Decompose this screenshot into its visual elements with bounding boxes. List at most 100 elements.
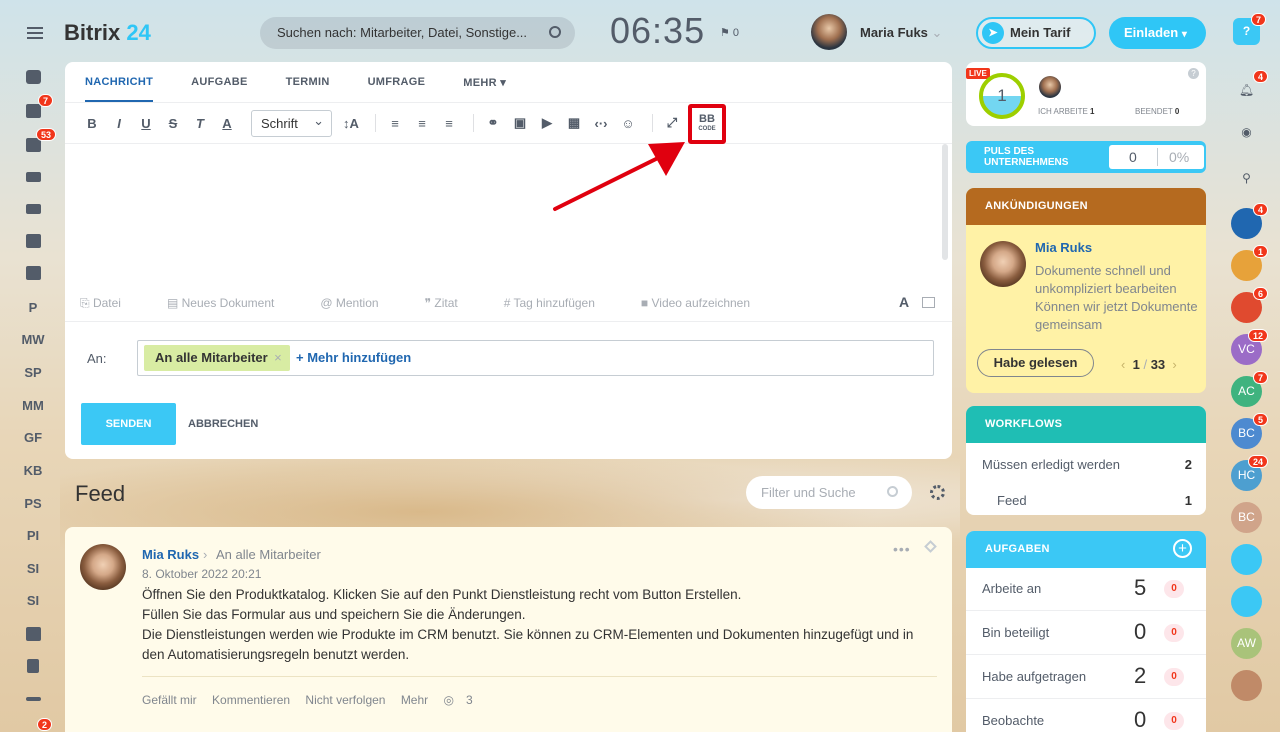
chevron-right-icon[interactable]: › <box>1172 357 1176 372</box>
attach-tag[interactable]: # Tag hinzufügen <box>504 296 618 311</box>
link-icon[interactable]: ⚭ <box>482 112 504 134</box>
tab-task[interactable]: AUFGABE <box>191 76 248 102</box>
bbcode-button[interactable]: BB CODE <box>688 104 726 144</box>
tab-event[interactable]: TERMIN <box>286 76 330 102</box>
rail-contact[interactable]: VC 12 <box>1231 329 1268 365</box>
sidebar-item-si-1[interactable]: SI <box>20 557 46 579</box>
gear-icon[interactable] <box>930 485 945 500</box>
sidebar-sign-icon[interactable] <box>20 688 46 710</box>
sidebar-drive-icon[interactable] <box>20 198 46 220</box>
emoji-icon[interactable]: ☺ <box>617 112 639 134</box>
bell-icon[interactable]: 🔔︎ 4 <box>1231 70 1268 106</box>
post-author[interactable]: Mia Ruks <box>142 547 199 562</box>
rail-contact[interactable]: 1 <box>1231 245 1268 281</box>
cancel-button[interactable]: ABBRECHEN <box>188 403 258 445</box>
bullet-list-icon[interactable]: ≡ <box>411 112 433 134</box>
sidebar-tasks-icon[interactable]: 7 <box>20 94 54 122</box>
rail-contact[interactable]: AC 7 <box>1231 371 1268 407</box>
sidebar-item-si-2[interactable]: SI <box>20 589 46 611</box>
attach-new-document[interactable]: ▤ Neues Dokument <box>167 296 297 311</box>
avatar[interactable] <box>980 241 1026 287</box>
menu-icon[interactable] <box>27 27 43 39</box>
editor-scrollbar[interactable] <box>942 144 948 260</box>
help-icon[interactable]: ? <box>1188 68 1199 79</box>
panel-icon[interactable] <box>922 297 935 308</box>
rail-contact[interactable] <box>1231 586 1262 617</box>
sidebar-item-sp[interactable]: SP <box>20 361 46 383</box>
tariff-button[interactable]: ➤ Mein Tarif <box>976 17 1096 49</box>
attach-file[interactable]: ⎘ Datei <box>80 296 144 311</box>
code-icon[interactable]: ‹·› <box>590 112 612 134</box>
image-icon[interactable]: ▣ <box>509 112 531 134</box>
rail-contact[interactable] <box>1231 670 1262 701</box>
underline-button[interactable]: U <box>135 112 157 134</box>
help-icon[interactable]: ? 7 <box>1233 13 1266 45</box>
task-row[interactable]: Bin beteiligt 0 0 <box>966 611 1206 655</box>
attach-video[interactable]: ■ Video aufzeichnen <box>641 296 773 311</box>
filter-search-input[interactable]: Filter und Suche <box>746 476 912 509</box>
chevron-left-icon[interactable]: ‹ <box>1121 357 1125 372</box>
add-recipient-link[interactable]: + Mehr hinzufügen <box>296 350 411 365</box>
attach-mention[interactable]: @ Mention <box>320 296 401 311</box>
user-menu[interactable]: Maria Fuks ⌄ <box>860 25 942 41</box>
task-row[interactable]: Beobachte 0 0 <box>966 699 1206 732</box>
strikethrough-button[interactable]: S <box>162 112 184 134</box>
clear-format-button[interactable]: T <box>189 112 211 134</box>
pin-icon[interactable] <box>924 540 937 553</box>
sidebar-company-icon[interactable] <box>20 623 46 645</box>
sidebar-item-pi[interactable]: PI <box>20 524 46 546</box>
workflow-row[interactable]: Müssen erledigt werden 2 <box>982 457 1192 472</box>
video-icon[interactable]: ▶ <box>536 112 558 134</box>
chat-icon[interactable]: ◉ <box>1231 117 1262 148</box>
search-input[interactable]: Suchen nach: Mitarbeiter, Datei, Sonstig… <box>260 17 575 49</box>
rail-contact[interactable]: BC <box>1231 502 1262 533</box>
sidebar-item-p[interactable]: P <box>20 296 46 318</box>
post-recipient[interactable]: An alle Mitarbeiter <box>216 547 321 562</box>
announcement-author[interactable]: Mia Ruks <box>1035 240 1092 255</box>
clock[interactable]: 06:35 <box>610 10 705 52</box>
task-row[interactable]: Habe aufgetragen 2 0 <box>966 655 1206 699</box>
unfollow-link[interactable]: Nicht verfolgen <box>305 693 385 707</box>
live-counter[interactable]: 1 <box>979 73 1025 119</box>
more-link[interactable]: Mehr <box>401 693 428 707</box>
numbered-list-icon[interactable]: ≡ <box>384 112 406 134</box>
italic-button[interactable]: I <box>108 112 130 134</box>
app-logo[interactable]: Bitrix 24 <box>64 20 151 46</box>
sidebar-item-ps[interactable]: PS <box>20 492 46 514</box>
rail-contact[interactable]: 4 <box>1231 203 1268 239</box>
avatar[interactable] <box>1039 76 1061 98</box>
sidebar-feed-icon[interactable] <box>20 66 46 88</box>
font-size-button[interactable]: ↕A <box>340 112 362 134</box>
recipient-tag[interactable]: An alle Mitarbeiter <box>144 345 290 371</box>
tab-poll[interactable]: UMFRAGE <box>368 76 426 102</box>
sidebar-item-mw[interactable]: MW <box>20 328 46 350</box>
invite-button[interactable]: Einladen ▾ <box>1109 17 1206 49</box>
rail-contact[interactable] <box>1231 544 1262 575</box>
rail-contact[interactable]: 6 <box>1231 287 1268 323</box>
mark-read-button[interactable]: Habe gelesen <box>977 349 1094 377</box>
more-options-icon[interactable]: ••• <box>893 541 911 557</box>
sidebar-calendar-icon[interactable] <box>20 230 46 252</box>
task-row[interactable]: Arbeite an 5 0 <box>966 567 1206 611</box>
sidebar-groups-icon[interactable] <box>20 166 46 188</box>
bold-button[interactable]: B <box>81 112 103 134</box>
tab-more[interactable]: MEHR ▾ <box>463 76 506 102</box>
announcement-text[interactable]: Dokumente schnell und unkompliziert bear… <box>1035 262 1200 334</box>
tab-message[interactable]: NACHRICHT <box>85 76 154 102</box>
company-pulse[interactable]: PULS DES UNTERNEHMENS 0 0% <box>966 141 1206 173</box>
comment-link[interactable]: Kommentieren <box>212 693 290 707</box>
post-date[interactable]: 8. Oktober 2022 20:21 <box>142 567 261 581</box>
fullscreen-icon[interactable]: ⤢ <box>661 112 683 134</box>
rail-contact[interactable]: BC 5 <box>1231 413 1268 449</box>
sidebar-item-gf[interactable]: GF <box>20 426 46 448</box>
text-color-button[interactable]: A <box>216 112 238 134</box>
search-icon[interactable]: ⚲ <box>1231 163 1262 194</box>
attach-quote[interactable]: ❞ Zitat <box>425 296 481 311</box>
rail-contact[interactable]: HC 24 <box>1231 455 1268 491</box>
text-format-icon[interactable]: A <box>899 294 909 310</box>
user-avatar[interactable] <box>811 14 847 50</box>
flag-counter[interactable]: ⚑ 0 <box>720 26 739 39</box>
sidebar-contacts-icon[interactable] <box>20 262 46 284</box>
font-select[interactable]: Schrift <box>251 108 332 137</box>
sidebar-chat-icon[interactable]: 53 <box>20 128 57 156</box>
